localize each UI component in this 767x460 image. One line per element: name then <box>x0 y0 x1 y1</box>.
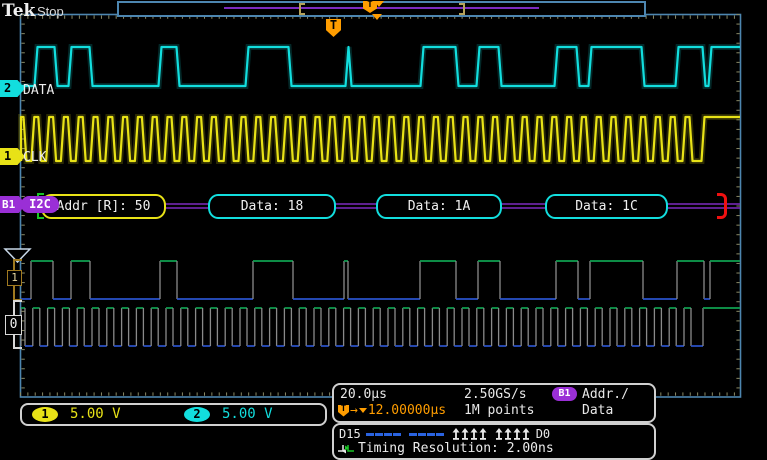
tek-logo: Tek <box>2 1 35 21</box>
time-scale: 20.0µs <box>340 387 387 402</box>
bus-decode-data-1: Data: 18 <box>208 194 336 219</box>
bus-readout-label-1: Addr./ <box>582 387 629 402</box>
bus-readout-label-2: Data <box>582 403 613 418</box>
sample-rate: 2.50GS/s <box>464 387 527 402</box>
d15-d12-off-icons <box>366 433 402 436</box>
oscilloscope-screen: Tek Stop T T 2 DATA 1 CLK B1 I2C Addr [R… <box>0 0 767 460</box>
d7-d4-on-icons <box>452 428 488 440</box>
bus-decode-data-2: Data: 1A <box>376 194 502 219</box>
vertical-scale-readout[interactable]: 1 5.00 V 2 5.00 V <box>20 403 327 426</box>
trigger-position-icon[interactable] <box>372 14 382 20</box>
trigger-time-readout: T→ 12.00000µs <box>338 403 446 418</box>
channel-2-label: DATA <box>23 83 54 98</box>
window-bracket-right-icon <box>459 3 465 15</box>
horizontal-trigger-readout[interactable]: 20.0µs 2.50GS/s B1 Addr./ T→ 12.00000µs 1… <box>332 383 656 423</box>
trigger-triangle-icon <box>374 1 384 7</box>
arrow-right-icon: → <box>350 403 358 418</box>
bus-readout-badge: B1 <box>552 387 577 401</box>
acquisition-status: Stop <box>37 4 64 19</box>
channel-1-scale: 5.00 V <box>70 406 121 422</box>
channel-1-badge[interactable]: 1 <box>32 407 58 422</box>
trigger-t-icon: T <box>338 405 349 417</box>
bus-protocol-badge: I2C <box>21 196 59 213</box>
digital-d0-badge[interactable]: 0 <box>5 315 22 335</box>
stop-condition-icon <box>717 193 727 219</box>
channel-2-scale: 5.00 V <box>222 406 273 422</box>
bus-activity-line <box>224 7 539 9</box>
window-bracket-left-icon <box>299 3 305 15</box>
channel-2-badge[interactable]: 2 <box>184 407 210 422</box>
bus-decode-address: Addr [R]: 50 <box>41 194 166 219</box>
record-length: 1M points <box>464 403 534 418</box>
d0-label: D0 <box>536 427 550 441</box>
timing-resolution: Timing Resolution: 2.00ns <box>358 441 554 456</box>
channel-1-label: CLK <box>23 150 46 165</box>
d15-label: D15 <box>339 427 361 441</box>
triangle-down-icon <box>359 408 367 413</box>
digital-channels-readout[interactable]: D15 D0 Timing Resolution: 2.00ns <box>332 423 656 460</box>
bus-decode-data-3: Data: 1C <box>545 194 668 219</box>
d11-d8-off-icons <box>409 433 445 436</box>
edge-resolution-icon <box>338 443 354 454</box>
d3-d0-on-icons <box>495 428 531 440</box>
digital-d1-badge[interactable]: 1 <box>7 270 22 286</box>
trigger-time-value: 12.00000µs <box>368 403 446 418</box>
